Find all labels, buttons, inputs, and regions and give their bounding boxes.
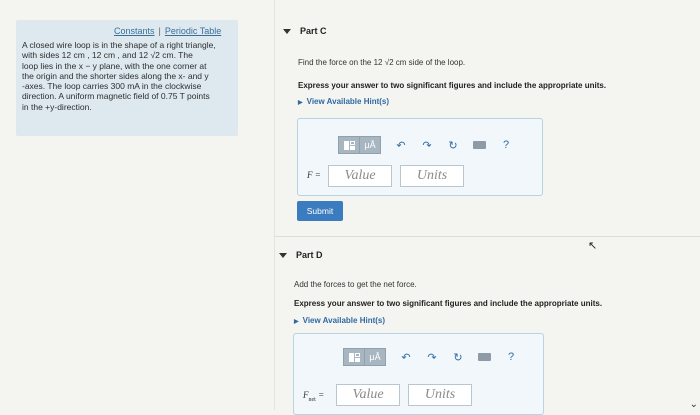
part-d-value-input[interactable]: Value	[336, 384, 400, 406]
hint-label: View Available Hint(s)	[306, 97, 390, 106]
part-c-question: Find the force on the 12 √2 cm side of t…	[298, 58, 466, 67]
help-icon[interactable]: ?	[500, 139, 512, 151]
part-d-title[interactable]: Part D	[296, 250, 323, 260]
units-button[interactable]: μÅ	[359, 137, 380, 153]
templates-group: μÅ	[338, 136, 381, 154]
problem-line: A closed wire loop is in the shape of a …	[22, 40, 216, 50]
part-separator	[275, 236, 700, 237]
part-c-units-input[interactable]: Units	[400, 165, 464, 187]
part-c-answer-box: μÅ ↶ ↷ ↻ ? F = Value Units	[297, 118, 543, 196]
undo-icon[interactable]: ↶	[395, 139, 407, 152]
problem-line: -axes. The loop carries 300 mA in the cl…	[22, 81, 202, 92]
templates-button[interactable]	[344, 349, 364, 365]
templates-icon	[348, 352, 360, 362]
help-icon[interactable]: ?	[505, 351, 517, 363]
expand-triangle-icon: ▶	[298, 100, 303, 106]
periodic-table-link[interactable]: Periodic Table	[165, 26, 221, 36]
part-c-value-input[interactable]: Value	[328, 165, 392, 187]
templates-icon	[343, 140, 355, 150]
problem-statement: A closed wire loop is in the shape of a …	[22, 40, 234, 112]
expand-triangle-icon: ▶	[294, 319, 299, 325]
part-c-hint-link[interactable]: ▶ View Available Hint(s)	[298, 97, 389, 106]
templates-group: μÅ	[343, 348, 386, 366]
chevron-down-icon[interactable]: ⌄	[690, 399, 698, 410]
reset-icon[interactable]: ↻	[452, 351, 464, 364]
part-d-question: Add the forces to get the net force.	[294, 280, 417, 289]
force-label: F =	[307, 170, 321, 180]
reset-icon[interactable]: ↻	[447, 139, 459, 152]
part-d-answer-box: μÅ ↶ ↷ ↻ ? Fnet = Value Units	[293, 333, 544, 415]
problem-info-panel: Constants | Periodic Table A closed wire l…	[16, 20, 238, 136]
templates-button[interactable]	[339, 137, 359, 153]
part-c-collapse-icon[interactable]	[283, 29, 291, 34]
keyboard-icon[interactable]	[478, 353, 491, 361]
part-c-instruction: Express your answer to two significant f…	[298, 81, 607, 90]
column-divider	[274, 0, 275, 410]
reference-links: Constants | Periodic Table	[114, 26, 221, 36]
problem-line: in the +y-direction.	[22, 101, 92, 112]
undo-icon[interactable]: ↶	[400, 351, 412, 364]
part-d-toolbar: μÅ ↶ ↷ ↻ ?	[343, 348, 517, 366]
part-d-instruction: Express your answer to two significant f…	[294, 299, 603, 308]
units-button[interactable]: μÅ	[364, 349, 385, 365]
problem-line: the origin and the shorter sides along t…	[22, 70, 209, 81]
problem-line: with sides 12 cm , 12 cm , and 12 √2 cm.…	[22, 50, 193, 61]
part-d-units-input[interactable]: Units	[408, 384, 472, 406]
redo-icon[interactable]: ↷	[421, 139, 433, 152]
part-d-hint-link[interactable]: ▶ View Available Hint(s)	[294, 316, 385, 325]
mouse-cursor-icon: ↖	[588, 240, 598, 252]
constants-link[interactable]: Constants	[114, 26, 155, 36]
part-c-toolbar: μÅ ↶ ↷ ↻ ?	[338, 136, 512, 154]
net-force-label: Fnet =	[303, 390, 325, 403]
part-c-submit-button[interactable]: Submit	[297, 201, 343, 221]
link-separator: |	[158, 26, 161, 36]
problem-line: loop lies in the x − y plane, with the o…	[22, 60, 207, 71]
part-c-title[interactable]: Part C	[300, 26, 327, 36]
problem-line: direction. A uniform magnetic field of 0…	[22, 91, 210, 102]
part-d-collapse-icon[interactable]	[279, 253, 287, 258]
redo-icon[interactable]: ↷	[426, 351, 438, 364]
hint-label: View Available Hint(s)	[302, 316, 386, 325]
keyboard-icon[interactable]	[473, 141, 486, 149]
